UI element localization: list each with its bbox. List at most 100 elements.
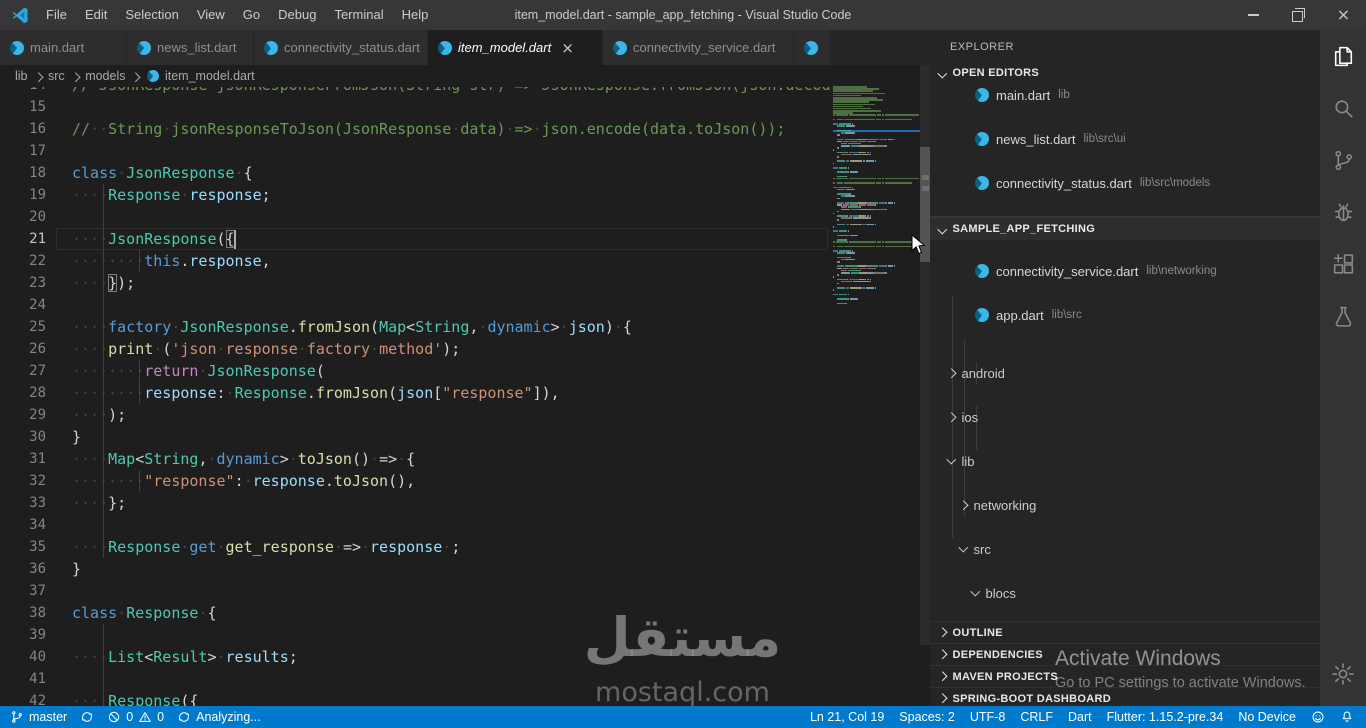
code-line[interactable]: 26 ····print·('json·response·factory·meth… <box>0 338 832 360</box>
open-editor-item-news_list.dart[interactable]: news_list.dart lib\src\ui <box>930 128 1320 150</box>
editor-tab-connectivity_status.dart[interactable]: connectivity_status.dart <box>254 30 427 65</box>
tree-item-ios[interactable]: ios <box>930 406 1320 428</box>
editor-tab-bar: main.dart news_list.dart connectivity_stat… <box>0 30 930 65</box>
tab-label: news_list.dart <box>157 40 237 55</box>
editor-tab-item_model.dart[interactable]: item_model.dart × <box>428 30 602 65</box>
menu-help[interactable]: Help <box>393 0 438 30</box>
window-title: item_model.dart - sample_app_fetching - … <box>514 8 852 22</box>
status-branch-icon <box>10 710 24 724</box>
activity-extensions-icon[interactable] <box>1320 238 1366 290</box>
code-line[interactable]: 16 //··String·jsonResponseToJson(JsonResp… <box>0 118 832 140</box>
status-left-item-3[interactable]: Analyzing... <box>177 710 261 724</box>
tree-item-src[interactable]: src <box>930 538 1320 560</box>
close-button[interactable]: × <box>1321 0 1366 30</box>
section-project[interactable]: SAMPLE_APP_FETCHING <box>930 218 1320 240</box>
activity-source-control-icon[interactable] <box>1320 134 1366 186</box>
code-line[interactable]: 31 ····Map<String,·dynamic>·toJson()·=>·{ <box>0 448 832 470</box>
activity-settings-icon[interactable] <box>1330 661 1356 692</box>
open-editor-item-connectivity_service.dart[interactable]: connectivity_service.dart lib\networking <box>930 260 1320 282</box>
dart-file-icon <box>137 40 151 55</box>
code-line[interactable]: 24 <box>0 294 832 316</box>
sidebar-title: EXPLORER <box>950 41 1014 53</box>
tree-item-android[interactable]: android <box>930 362 1320 384</box>
code-line[interactable]: 33 ····}; <box>0 492 832 514</box>
breadcrumb-item-item_model.dart[interactable]: item_model.dart <box>146 69 255 83</box>
open-editor-item-app.dart[interactable]: app.dart lib\src <box>930 304 1320 326</box>
status-left-item-2[interactable]: 00 <box>107 710 164 724</box>
status-right-item-8[interactable] <box>1340 710 1354 724</box>
code-line[interactable]: 18 class·JsonResponse·{ <box>0 162 832 184</box>
scrollbar-decoration <box>922 186 929 191</box>
minimap[interactable] <box>833 86 920 626</box>
code-line[interactable]: 35 ····Response·get·get_response·=>·respo… <box>0 536 832 558</box>
code-line[interactable]: 19 ····Response·response; <box>0 184 832 206</box>
section-open-editors[interactable]: OPEN EDITORS <box>930 62 1320 84</box>
status-right-item-3[interactable]: CRLF <box>1020 710 1053 724</box>
code-line[interactable]: 23 ····}); <box>0 272 832 294</box>
status-right-item-6[interactable]: No Device <box>1238 710 1296 724</box>
code-line[interactable]: 37 <box>0 580 832 602</box>
editor-tab-partial[interactable] <box>794 30 830 65</box>
dart-file-icon <box>147 70 159 82</box>
chevron-right-icon <box>946 368 956 378</box>
status-bar: master 0 0 Analyzing... Ln 21, Col 19 Spaces… <box>0 706 1366 728</box>
status-right-item-1[interactable]: Spaces: 2 <box>899 710 955 724</box>
tree-item-networking[interactable]: networking <box>930 494 1320 516</box>
section-outline[interactable]: OUTLINE <box>930 621 1320 643</box>
code-line[interactable]: 15 <box>0 96 832 118</box>
tree-item-lib[interactable]: lib <box>930 450 1320 472</box>
status-left-item-0[interactable]: master <box>10 710 67 724</box>
breadcrumb-item-models[interactable]: models <box>85 69 125 83</box>
open-editor-item-main.dart[interactable]: main.dart lib <box>930 84 1320 106</box>
menu-go[interactable]: Go <box>234 0 269 30</box>
open-editor-path: lib\src\models <box>1139 177 1211 189</box>
menu-view[interactable]: View <box>188 0 234 30</box>
status-right-item-2[interactable]: UTF-8 <box>970 710 1005 724</box>
dart-file-icon <box>975 176 989 190</box>
menu-selection[interactable]: Selection <box>116 0 187 30</box>
breadcrumb-separator-icon <box>131 69 141 83</box>
status-right-item-4[interactable]: Dart <box>1068 710 1092 724</box>
code-line[interactable]: 36} <box>0 558 832 580</box>
current-line-highlight <box>56 228 828 250</box>
breadcrumb-label: src <box>48 69 65 83</box>
breadcrumb-item-src[interactable]: src <box>48 69 65 83</box>
editor-tab-connectivity_service.dart[interactable]: connectivity_service.dart <box>603 30 793 65</box>
menu-debug[interactable]: Debug <box>269 0 325 30</box>
tab-close-icon[interactable]: × <box>560 39 575 57</box>
menu-terminal[interactable]: Terminal <box>325 0 392 30</box>
activity-debug-icon[interactable] <box>1320 186 1366 238</box>
open-editor-item-connectivity_status.dart[interactable]: connectivity_status.dart lib\src\models <box>930 172 1320 194</box>
code-line[interactable]: 28 ········response:·Response.fromJson(js… <box>0 382 832 404</box>
code-line[interactable]: 29 ····); <box>0 404 832 426</box>
code-line[interactable]: 27 ········return·JsonResponse( <box>0 360 832 382</box>
code-text: } <box>72 428 82 446</box>
editor-tab-main.dart[interactable]: main.dart <box>0 30 126 65</box>
activity-explorer-icon[interactable] <box>1320 30 1366 82</box>
status-right-item-5[interactable]: Flutter: 1.15.2-pre.34 <box>1107 710 1224 724</box>
status-label: CRLF <box>1020 710 1053 724</box>
code-editor[interactable]: 14//·JsonResponse·jsonResponseFromJson(S… <box>0 65 832 706</box>
line-number: 25 <box>29 319 46 335</box>
editor-tab-news_list.dart[interactable]: news_list.dart <box>127 30 253 65</box>
status-right-item-0[interactable]: Ln 21, Col 19 <box>810 710 884 724</box>
menu-edit[interactable]: Edit <box>76 0 116 30</box>
activity-test-icon[interactable] <box>1320 290 1366 342</box>
code-line[interactable]: 32 ········"response":·response.toJson(), <box>0 470 832 492</box>
code-line[interactable]: 34 <box>0 514 832 536</box>
status-left-item-1[interactable] <box>80 710 94 724</box>
activity-search-icon[interactable] <box>1320 82 1366 134</box>
vscode-window: File Edit Selection View Go Debug Terminal Help… <box>0 0 1366 728</box>
code-line[interactable]: 25 ····factory·JsonResponse.fromJson(Map<… <box>0 316 832 338</box>
code-line[interactable]: 22 ········this.response, <box>0 250 832 272</box>
restore-button[interactable] <box>1276 0 1321 30</box>
code-line[interactable]: 17 <box>0 140 832 162</box>
menu-file[interactable]: File <box>37 0 76 30</box>
code-line[interactable]: 30} <box>0 426 832 448</box>
code-line[interactable]: 20 <box>0 206 832 228</box>
chevron-down-icon <box>970 586 980 597</box>
tree-item-blocs[interactable]: blocs <box>930 582 1320 604</box>
minimize-button[interactable] <box>1231 0 1276 30</box>
status-right-item-7[interactable] <box>1311 710 1325 724</box>
breadcrumb-item-lib[interactable]: lib <box>15 69 28 83</box>
